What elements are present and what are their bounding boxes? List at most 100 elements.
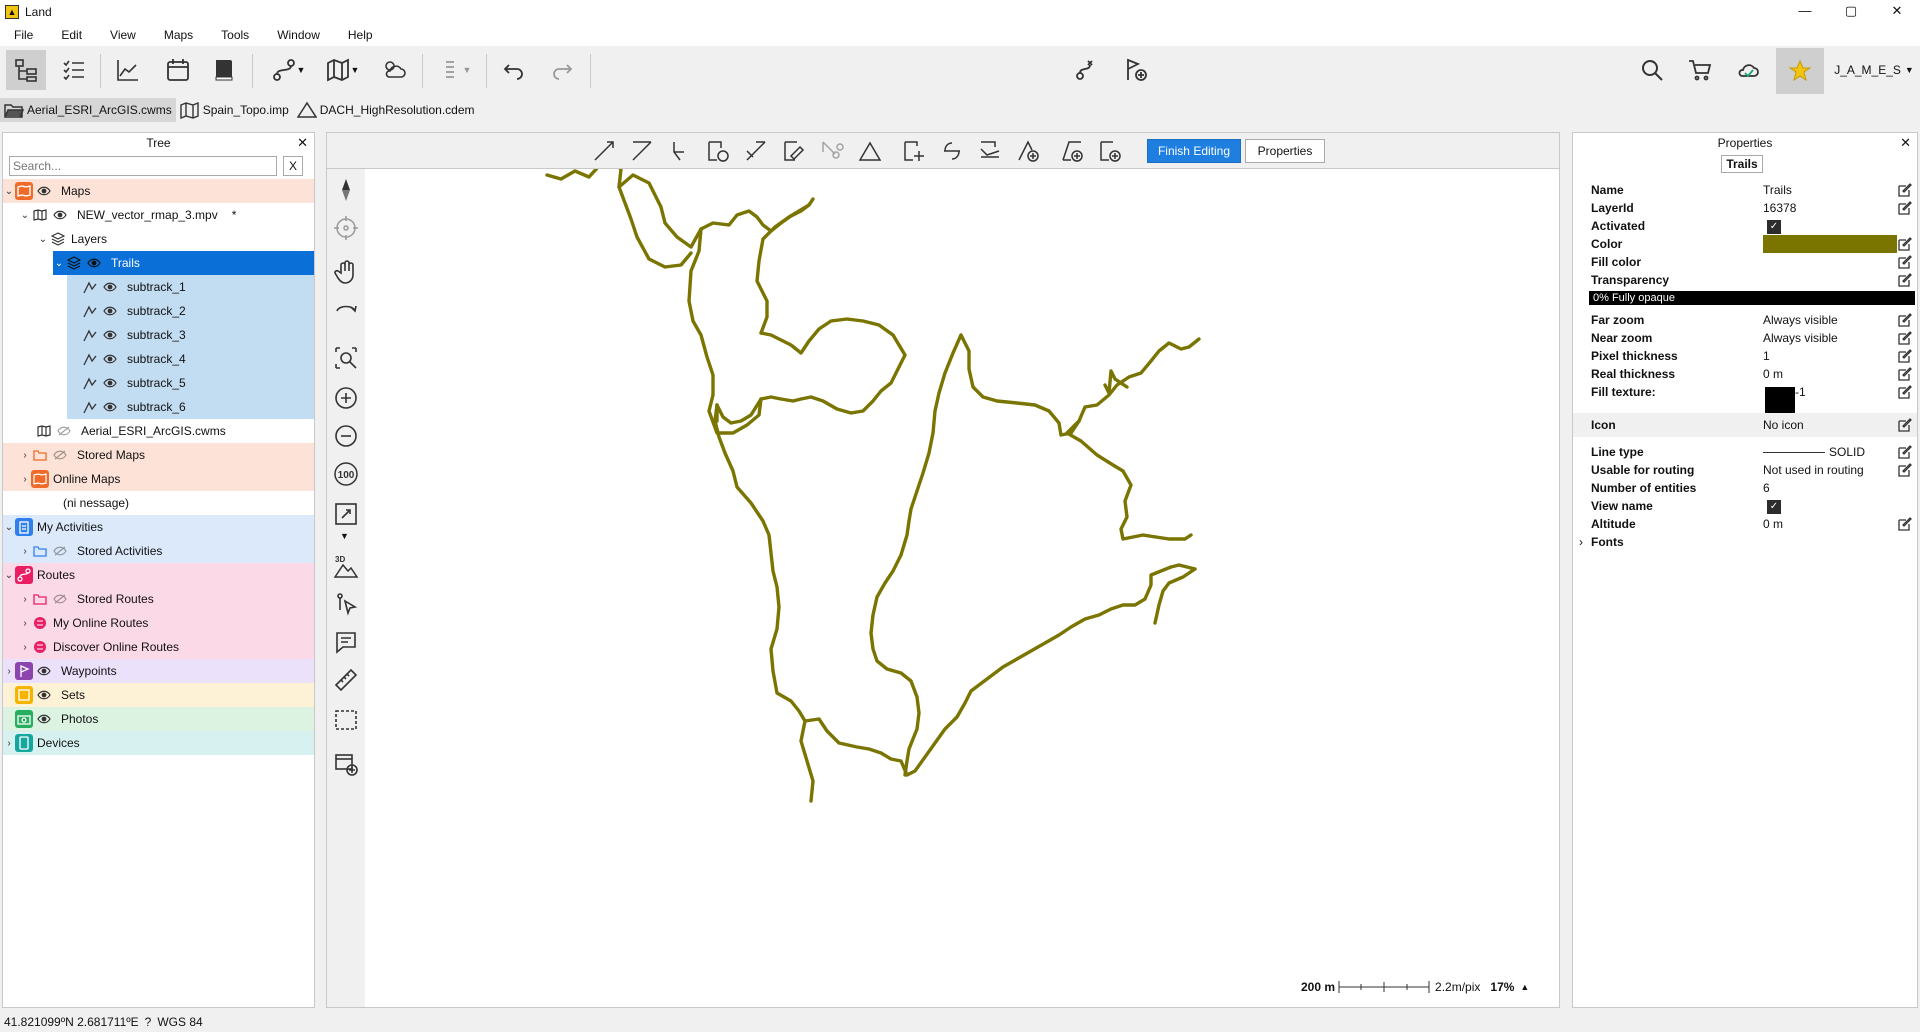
chevron-right-icon[interactable]: ›	[19, 635, 31, 659]
close-window-button[interactable]: ✕	[1874, 0, 1920, 24]
zoom-out-button[interactable]	[331, 421, 361, 451]
edit-icon[interactable]	[1897, 272, 1913, 288]
zoom-in-button[interactable]	[331, 383, 361, 413]
edit-icon[interactable]	[1897, 516, 1913, 532]
activated-checkbox[interactable]: ✓	[1767, 220, 1781, 234]
add-node-button[interactable]	[1013, 137, 1043, 165]
chevron-up-icon[interactable]: ▲	[1520, 982, 1529, 992]
eye-icon[interactable]	[37, 185, 53, 197]
chevron-right-icon[interactable]: ›	[1579, 535, 1583, 549]
fit-view-button[interactable]	[331, 499, 361, 529]
favorites-button[interactable]	[1776, 48, 1824, 94]
map-dropdown-button[interactable]: ▼	[318, 50, 366, 90]
compass-button[interactable]	[331, 175, 361, 205]
tree-item-stored-maps[interactable]: › Stored Maps	[3, 443, 314, 467]
trail-segment[interactable]	[799, 719, 815, 803]
simplify-button[interactable]	[975, 137, 1005, 165]
edit-icon[interactable]	[1897, 444, 1913, 460]
view-name-checkbox[interactable]: ✓	[1767, 500, 1781, 514]
trail-segment[interactable]	[1065, 419, 1193, 541]
chevron-down-icon[interactable]: ⌄	[19, 203, 31, 227]
maximize-button[interactable]: ▢	[1828, 0, 1874, 24]
annotate-button[interactable]	[331, 627, 361, 657]
menu-view[interactable]: View	[96, 28, 150, 42]
draw-line-button[interactable]	[589, 137, 619, 165]
tree-item-stored-routes[interactable]: › Stored Routes	[3, 587, 314, 611]
tree-item-aerial-map[interactable]: Aerial_ESRI_ArcGIS.cwms	[3, 419, 314, 443]
menu-tools[interactable]: Tools	[207, 28, 263, 42]
edit-icon[interactable]	[1897, 200, 1913, 216]
minimize-button[interactable]: —	[1782, 0, 1828, 24]
add-waypoint-button[interactable]	[1116, 50, 1156, 90]
chevron-right-icon[interactable]: ›	[19, 467, 31, 491]
tree-view-button[interactable]	[6, 50, 46, 90]
zoom-area-button[interactable]	[331, 343, 361, 373]
chart-button[interactable]	[108, 50, 148, 90]
track-canvas[interactable]	[365, 169, 1559, 1007]
rotate-button[interactable]	[331, 295, 361, 325]
select-button[interactable]	[331, 589, 361, 619]
properties-tab[interactable]: Trails	[1721, 155, 1763, 173]
chevron-down-icon[interactable]: ⌄	[3, 563, 15, 587]
undo-button[interactable]	[494, 50, 534, 90]
calendar-button[interactable]	[158, 50, 198, 90]
tree-item-stored-activities[interactable]: › Stored Activities	[3, 539, 314, 563]
edit-track-button[interactable]	[741, 137, 771, 165]
finish-editing-button[interactable]: Finish Editing	[1147, 139, 1241, 163]
tree-item-subtrack[interactable]: subtrack_6	[67, 395, 314, 419]
edit-icon[interactable]	[1897, 312, 1913, 328]
chevron-right-icon[interactable]: ›	[3, 659, 15, 683]
trail-segment[interactable]	[687, 227, 763, 435]
transparency-slider[interactable]: 0% Fully opaque	[1589, 291, 1915, 305]
measure-button[interactable]	[331, 665, 361, 695]
prop-fonts[interactable]: › Fonts	[1573, 531, 1917, 553]
tree-item-maps[interactable]: ⌄ Maps	[3, 179, 314, 203]
fill-color-swatch[interactable]	[1763, 254, 1897, 270]
tree-item-my-activities[interactable]: ⌄ My Activities	[3, 515, 314, 539]
menu-maps[interactable]: Maps	[150, 28, 207, 42]
tree-item-subtrack[interactable]: subtrack_4	[67, 347, 314, 371]
chevron-down-icon[interactable]: ▼	[340, 531, 349, 541]
triangle-button[interactable]	[855, 137, 885, 165]
edit-icon[interactable]	[1897, 330, 1913, 346]
eye-hidden-icon[interactable]	[57, 425, 73, 437]
tree-item-subtrack[interactable]: subtrack_5	[67, 371, 314, 395]
redo-button[interactable]	[542, 50, 582, 90]
edit-icon[interactable]	[1897, 182, 1913, 198]
chevron-right-icon[interactable]: ›	[19, 539, 31, 563]
tree-item-subtrack[interactable]: subtrack_3	[67, 323, 314, 347]
menu-edit[interactable]: Edit	[47, 28, 96, 42]
clear-search-button[interactable]: X	[283, 156, 303, 176]
tree-item-trails[interactable]: ⌄ Trails	[53, 251, 314, 275]
zoom-100-button[interactable]: 100	[331, 459, 361, 489]
chevron-down-icon[interactable]: ⌄	[53, 251, 65, 275]
eye-hidden-icon[interactable]	[53, 593, 69, 605]
tree-item-layers[interactable]: ⌄ Layers	[3, 227, 314, 251]
close-panel-button[interactable]: ✕	[297, 133, 308, 153]
map-view[interactable]: 100 ▼ 3D 200 m 2.2m/pix 17% ▲	[326, 168, 1560, 1008]
checklist-button[interactable]	[54, 50, 94, 90]
panel-splitter[interactable]	[318, 132, 324, 1008]
pan-button[interactable]	[331, 257, 361, 287]
cut-button[interactable]	[817, 137, 847, 165]
tree-item-photos[interactable]: Photos	[3, 707, 314, 731]
trail-segment[interactable]	[713, 403, 1197, 777]
eye-icon[interactable]	[37, 713, 53, 725]
edit-icon[interactable]	[1897, 366, 1913, 382]
store-button[interactable]	[1680, 50, 1720, 90]
draw-polygon-button[interactable]	[703, 137, 733, 165]
eye-icon[interactable]	[103, 305, 119, 317]
file-tab-aerial[interactable]: Aerial_ESRI_ArcGIS.cwms	[0, 98, 176, 122]
tree-item-subtrack[interactable]: subtrack_1	[67, 275, 314, 299]
eye-icon[interactable]	[103, 281, 119, 293]
tree-item-waypoints[interactable]: › Waypoints	[3, 659, 314, 683]
tree-item-devices[interactable]: › Devices	[3, 731, 314, 755]
search-input[interactable]	[9, 156, 277, 176]
eye-icon[interactable]	[103, 401, 119, 413]
tree-item-discover-routes[interactable]: › Discover Online Routes	[3, 635, 314, 659]
new-shape-button[interactable]	[1095, 137, 1125, 165]
user-menu-button[interactable]: J_A_M_E_S ▼	[1832, 50, 1916, 90]
edit-icon[interactable]	[1897, 384, 1913, 400]
logbook-button[interactable]	[204, 50, 244, 90]
cloud-sync-button[interactable]	[1728, 50, 1768, 90]
